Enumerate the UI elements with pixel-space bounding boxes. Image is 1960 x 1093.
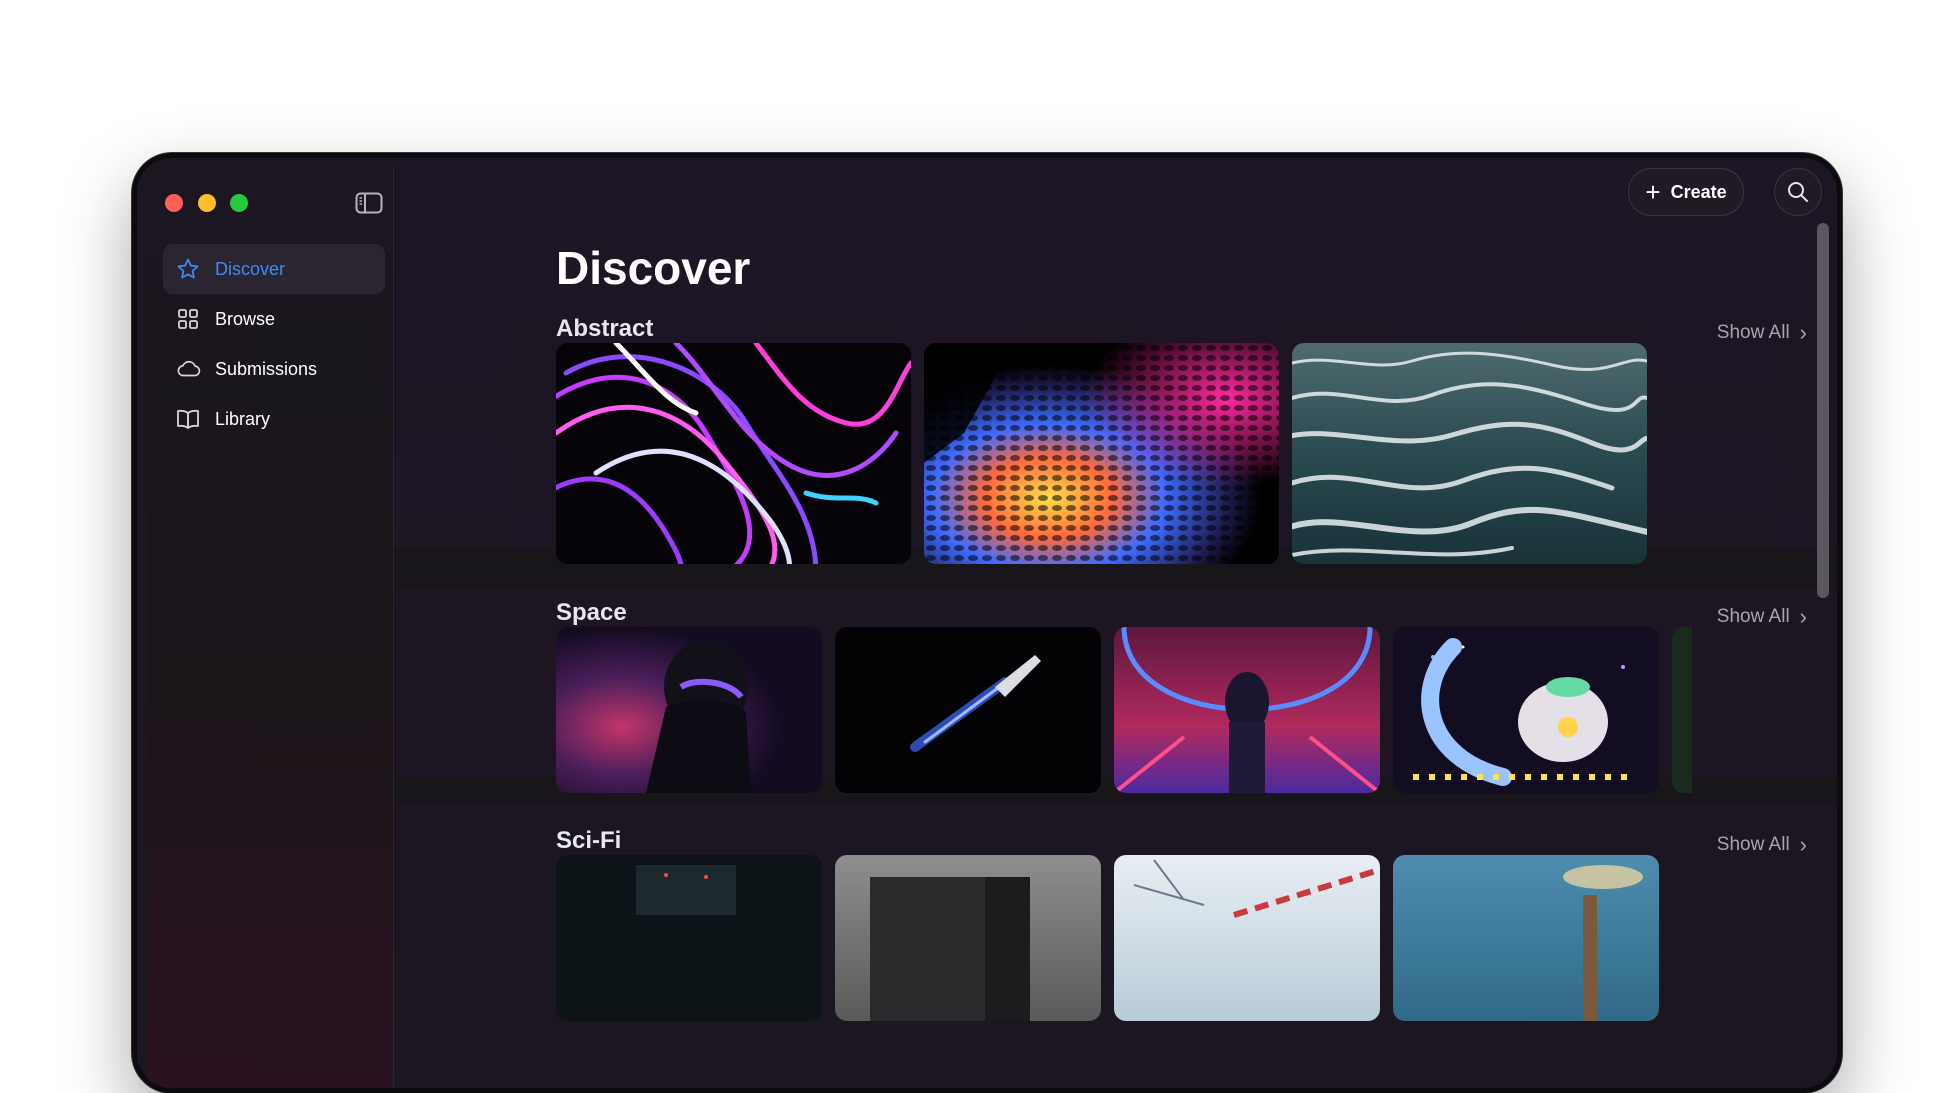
app-window: Discover Browse Submissions Library + Cr… bbox=[132, 153, 1842, 1093]
monolith-thumbnail bbox=[870, 877, 1030, 1021]
sidebar: Discover Browse Submissions Library bbox=[147, 168, 394, 1088]
close-window-button[interactable] bbox=[165, 194, 183, 212]
search-button[interactable] bbox=[1774, 168, 1822, 216]
main-content: + Create Discover Abstract Show All › Sp… bbox=[394, 158, 1837, 1088]
wallpaper-card-scifi-city[interactable] bbox=[556, 855, 822, 1021]
space-soldier-thumbnail bbox=[1114, 627, 1380, 793]
search-icon bbox=[1788, 182, 1808, 202]
chevron-right-icon: › bbox=[1799, 604, 1807, 629]
wallpaper-card-snow-branches[interactable] bbox=[1114, 855, 1380, 1021]
neon-lines-thumbnail bbox=[556, 343, 911, 564]
snow-branches-thumbnail bbox=[1133, 859, 1380, 918]
show-all-abstract[interactable]: Show All › bbox=[1717, 320, 1807, 346]
sidebar-item-label: Browse bbox=[215, 308, 276, 329]
wallpaper-card-astronaut[interactable] bbox=[556, 627, 822, 793]
sidebar-item-label: Library bbox=[215, 408, 271, 429]
section-title: Sci-Fi bbox=[556, 827, 622, 854]
water-waves-thumbnail bbox=[1292, 343, 1647, 564]
plus-icon: + bbox=[1645, 177, 1661, 207]
book-icon bbox=[175, 406, 201, 432]
color-ripples-thumbnail bbox=[924, 343, 1279, 564]
wallpaper-card-space-shuttle[interactable] bbox=[835, 627, 1101, 793]
create-button[interactable]: + Create bbox=[1628, 168, 1744, 216]
section-title: Abstract bbox=[556, 315, 654, 342]
star-icon bbox=[175, 256, 201, 282]
wallpaper-card-neon-lines[interactable] bbox=[556, 343, 911, 564]
page-title: Discover bbox=[556, 242, 751, 294]
show-all-label: Show All bbox=[1716, 322, 1790, 343]
chevron-right-icon: › bbox=[1799, 320, 1807, 345]
cloud-icon bbox=[175, 356, 201, 382]
sidebar-item-submissions[interactable]: Submissions bbox=[163, 344, 385, 394]
desert-tower-thumbnail bbox=[1563, 865, 1643, 1021]
scifi-city-thumbnail bbox=[556, 855, 822, 1021]
astronaut-thumbnail bbox=[556, 627, 822, 793]
sidebar-item-label: Submissions bbox=[215, 358, 318, 379]
sidebar-toggle-icon[interactable] bbox=[355, 192, 383, 214]
show-all-scifi[interactable]: Show All › bbox=[1717, 832, 1807, 858]
wallpaper-card-space-fox[interactable] bbox=[1393, 627, 1659, 793]
show-all-space[interactable]: Show All › bbox=[1717, 604, 1807, 630]
minimize-window-button[interactable] bbox=[198, 194, 216, 212]
show-all-label: Show All bbox=[1716, 606, 1790, 627]
wallpaper-card-desert-tower[interactable] bbox=[1393, 855, 1659, 1021]
grid-icon bbox=[175, 306, 201, 332]
space-shuttle-thumbnail bbox=[835, 627, 1101, 793]
sidebar-item-label: Discover bbox=[215, 258, 286, 279]
sidebar-item-library[interactable]: Library bbox=[163, 394, 385, 444]
create-label: Create bbox=[1670, 181, 1727, 202]
vertical-scrollbar[interactable] bbox=[1817, 223, 1829, 598]
sidebar-item-discover[interactable]: Discover bbox=[163, 244, 385, 294]
sidebar-nav: Discover Browse Submissions Library bbox=[163, 244, 385, 444]
wallpaper-card-color-ripples[interactable] bbox=[924, 343, 1279, 564]
wallpaper-card-partial[interactable] bbox=[1672, 627, 1692, 793]
chevron-right-icon: › bbox=[1799, 832, 1807, 857]
section-title: Space bbox=[556, 599, 627, 626]
wallpaper-card-water-waves[interactable] bbox=[1292, 343, 1647, 564]
show-all-label: Show All bbox=[1716, 834, 1790, 855]
space-fox-thumbnail bbox=[1393, 627, 1659, 793]
wallpaper-card-space-soldier[interactable] bbox=[1114, 627, 1380, 793]
wallpaper-card-monolith[interactable] bbox=[835, 855, 1101, 1021]
sidebar-item-browse[interactable]: Browse bbox=[163, 294, 385, 344]
zoom-window-button[interactable] bbox=[230, 194, 248, 212]
